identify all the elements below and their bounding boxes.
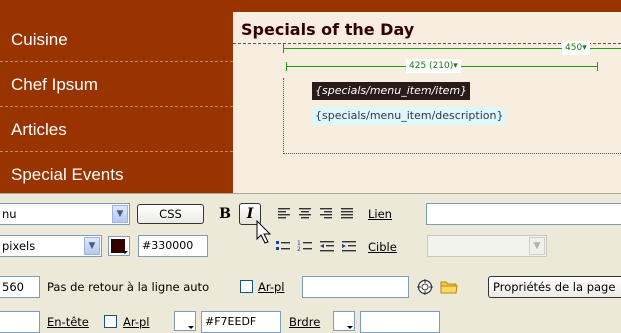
point-to-file-icon[interactable] <box>417 279 433 295</box>
cell-width-ruler[interactable]: 425 (210)▾ <box>286 59 598 73</box>
align-center-icon[interactable] <box>298 206 316 224</box>
design-view[interactable]: Cuisine Chef Ipsum Articles Special Even… <box>0 0 621 193</box>
border-label: Brdre <box>289 315 321 329</box>
bold-icon[interactable]: B <box>216 205 234 223</box>
link-input[interactable] <box>426 203 621 225</box>
format-select[interactable]: nu ▼ <box>0 203 130 225</box>
chevron-down-icon: ▼ <box>112 205 128 223</box>
header-strip <box>0 0 621 12</box>
cell-width-label[interactable]: 425 (210)▾ <box>406 59 461 73</box>
width-input[interactable]: 560 <box>0 276 40 298</box>
chevron-down-icon: ▼ <box>529 237 545 255</box>
nav-item-special-events[interactable]: Special Events <box>0 153 233 193</box>
table-width-ruler[interactable]: 450▾ <box>283 41 621 55</box>
units-select-value: pixels <box>2 239 36 253</box>
dynamic-text-description[interactable]: {specials/menu_item/description} <box>312 107 507 125</box>
css-button[interactable]: CSS <box>137 204 204 224</box>
background-image-input[interactable] <box>302 276 409 298</box>
unordered-list-icon[interactable] <box>275 239 293 257</box>
nav-item-cuisine[interactable]: Cuisine <box>0 18 233 62</box>
ruler-cap-right <box>597 62 598 71</box>
text-color-swatch[interactable] <box>108 236 130 256</box>
nav-item-articles[interactable]: Articles <box>0 108 233 152</box>
browse-folder-icon[interactable] <box>440 279 458 294</box>
outdent-icon[interactable] <box>319 239 337 257</box>
nowrap-label: Pas de retour à la ligne auto <box>47 280 210 294</box>
separator-dash: - <box>419 84 424 98</box>
background-color-swatch[interactable] <box>174 311 196 331</box>
target-select[interactable]: ▼ <box>427 235 547 257</box>
justify-icon[interactable] <box>340 206 358 224</box>
border-color-input[interactable] <box>360 311 440 333</box>
nowrap-checkbox[interactable] <box>240 280 253 293</box>
ordered-list-icon[interactable]: 1 2 <box>297 239 315 257</box>
chevron-down-icon: ▾ <box>582 43 587 53</box>
page-title: Specials of the Day <box>241 20 415 39</box>
svg-text:2: 2 <box>297 246 301 253</box>
format-select-value: nu <box>2 207 17 221</box>
header-checkbox[interactable] <box>104 315 117 328</box>
height-input[interactable] <box>0 311 40 333</box>
property-inspector: nu ▼ CSS B I Lien pixels ▼ #330000 1 2 C <box>0 193 621 333</box>
target-label: Cible <box>368 240 397 254</box>
nav-item-chef-ipsum[interactable]: Chef Ipsum <box>0 63 233 107</box>
border-color-swatch[interactable] <box>333 311 355 331</box>
chevron-down-icon <box>122 251 128 254</box>
link-label: Lien <box>368 207 392 221</box>
mouse-cursor-icon <box>256 220 272 244</box>
indent-icon[interactable] <box>341 239 359 257</box>
chevron-down-icon: ▼ <box>84 237 100 255</box>
background-label: Ar-pl <box>258 280 285 294</box>
header-label: En-tête <box>47 315 89 329</box>
background-color-label: Ar-pl <box>123 315 150 329</box>
text-color-input[interactable]: #330000 <box>138 235 208 257</box>
navigation-column: Cuisine Chef Ipsum Articles Special Even… <box>0 12 233 193</box>
content-area[interactable]: Specials of the Day 450▾ 425 (210)▾ {spe… <box>233 12 621 193</box>
dynamic-text-item[interactable]: {specials/menu_item/item} <box>312 82 471 100</box>
ruler-cap-left <box>283 44 284 53</box>
chevron-down-icon: ▾ <box>453 61 458 71</box>
background-color-input[interactable]: #F7EEDF <box>201 311 281 333</box>
ruler-cap-left <box>286 62 287 71</box>
align-right-icon[interactable] <box>319 206 337 224</box>
page-properties-button[interactable]: Propriétés de la page <box>488 276 621 298</box>
units-select[interactable]: pixels ▼ <box>0 235 102 257</box>
table-width-label[interactable]: 450▾ <box>562 41 590 55</box>
align-left-icon[interactable] <box>277 206 295 224</box>
